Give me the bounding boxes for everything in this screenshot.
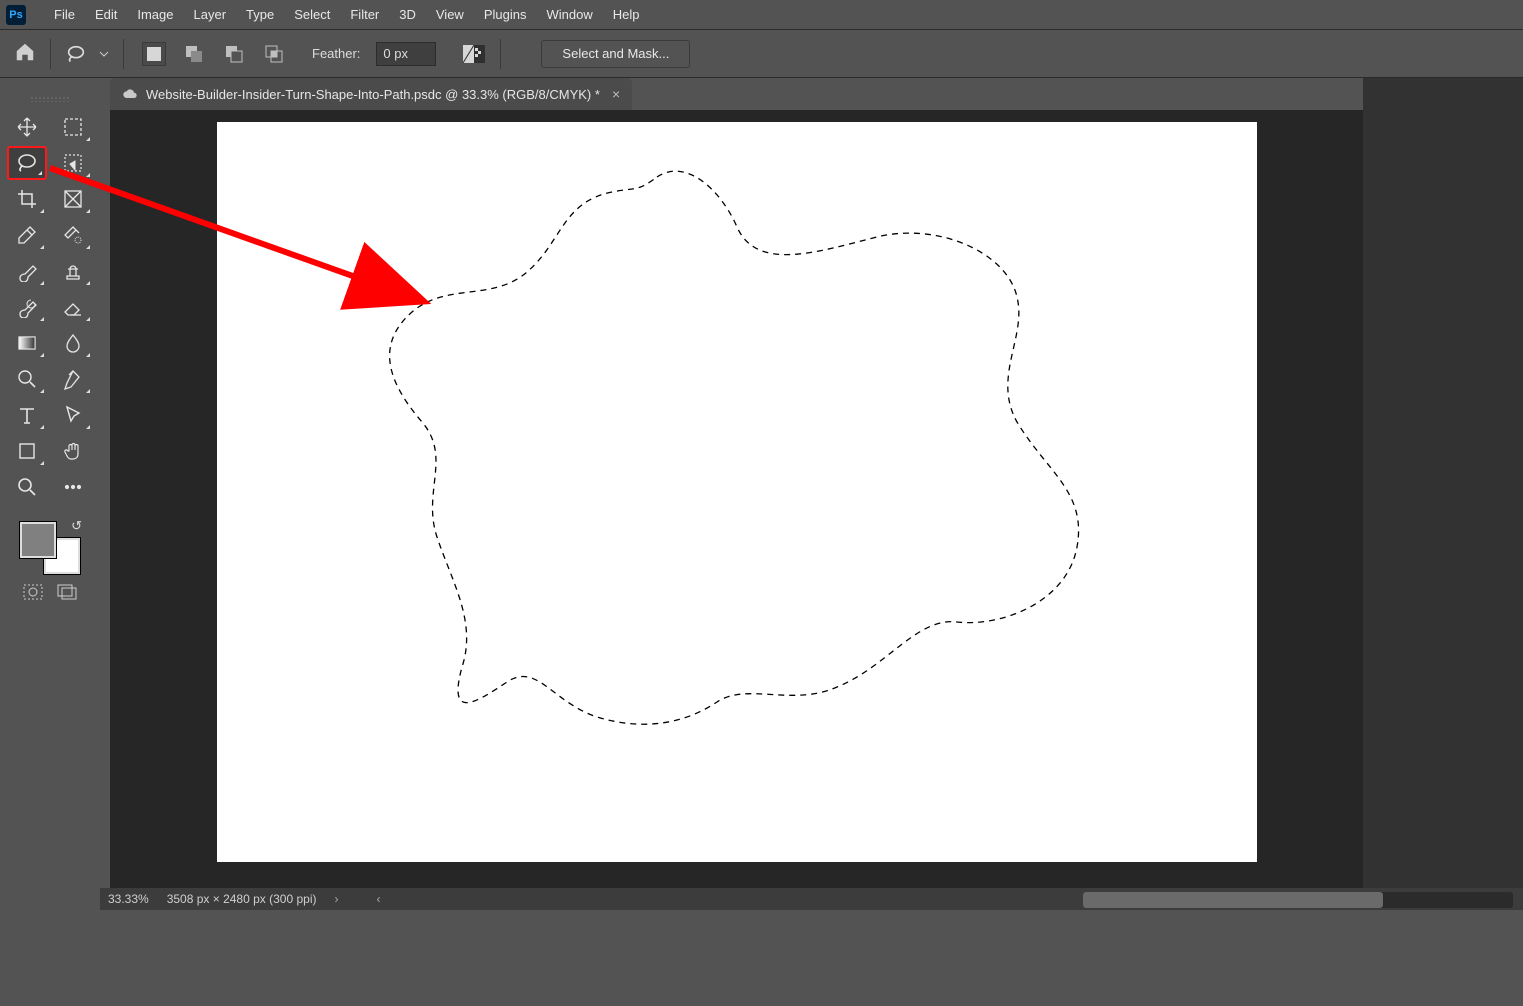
- hand-tool[interactable]: [53, 434, 93, 468]
- artboard[interactable]: [217, 122, 1257, 862]
- toolbox-grip[interactable]: [30, 96, 70, 102]
- move-tool[interactable]: [7, 110, 47, 144]
- crop-tool[interactable]: [7, 182, 47, 216]
- gradient-tool[interactable]: [7, 326, 47, 360]
- menu-help[interactable]: Help: [603, 0, 650, 29]
- eyedropper-tool[interactable]: [7, 218, 47, 252]
- type-tool[interactable]: [7, 398, 47, 432]
- document-tab-title: Website-Builder-Insider-Turn-Shape-Into-…: [146, 87, 600, 102]
- brush-tool[interactable]: [7, 254, 47, 288]
- clone-stamp-tool[interactable]: [53, 254, 93, 288]
- photoshop-logo: Ps: [6, 5, 26, 25]
- home-button[interactable]: [14, 41, 36, 66]
- toolbox: ↺: [0, 78, 100, 896]
- status-flyout[interactable]: ›: [334, 892, 338, 906]
- menu-select[interactable]: Select: [284, 0, 340, 29]
- more-tools[interactable]: [53, 470, 93, 504]
- document-tab[interactable]: Website-Builder-Insider-Turn-Shape-Into-…: [110, 78, 632, 110]
- horizontal-scrollbar[interactable]: [1083, 892, 1513, 908]
- menu-edit[interactable]: Edit: [85, 0, 127, 29]
- history-brush-tool[interactable]: [7, 290, 47, 324]
- zoom-tool[interactable]: [7, 470, 47, 504]
- object-selection-tool[interactable]: [53, 146, 93, 180]
- healing-brush-tool[interactable]: [53, 218, 93, 252]
- right-panel-dock: [1363, 78, 1523, 896]
- quick-mask-toggle[interactable]: [23, 584, 43, 603]
- chevron-down-icon[interactable]: [99, 49, 109, 59]
- antialias-toggle[interactable]: [462, 43, 486, 65]
- marching-ants-selection: [217, 122, 1257, 862]
- canvas-area[interactable]: [110, 110, 1363, 896]
- blur-tool[interactable]: [53, 326, 93, 360]
- feather-input[interactable]: [376, 42, 436, 66]
- status-dimensions[interactable]: 3508 px × 2480 px (300 ppi): [167, 892, 317, 906]
- eraser-tool[interactable]: [53, 290, 93, 324]
- bottom-band: [0, 910, 1523, 1006]
- status-scroll-left[interactable]: ‹: [376, 892, 380, 906]
- menu-layer[interactable]: Layer: [184, 0, 237, 29]
- selection-mode-intersect[interactable]: [262, 42, 286, 66]
- feather-label: Feather:: [312, 46, 360, 61]
- pen-tool[interactable]: [53, 362, 93, 396]
- lasso-tool[interactable]: [7, 146, 47, 180]
- shape-tool[interactable]: [7, 434, 47, 468]
- cloud-icon: [122, 88, 138, 100]
- menu-3d[interactable]: 3D: [389, 0, 426, 29]
- selection-mode-add[interactable]: [182, 42, 206, 66]
- menubar: Ps File Edit Image Layer Type Select Fil…: [0, 0, 1523, 30]
- select-and-mask-button[interactable]: Select and Mask...: [541, 40, 690, 68]
- status-zoom[interactable]: 33.33%: [108, 892, 149, 906]
- selection-mode-new[interactable]: [142, 42, 166, 66]
- menu-view[interactable]: View: [426, 0, 474, 29]
- menu-image[interactable]: Image: [127, 0, 183, 29]
- menu-window[interactable]: Window: [536, 0, 602, 29]
- document-tab-strip: Website-Builder-Insider-Turn-Shape-Into-…: [110, 78, 632, 110]
- selection-mode-subtract[interactable]: [222, 42, 246, 66]
- options-bar: Feather: Select and Mask...: [0, 30, 1523, 78]
- path-selection-tool[interactable]: [53, 398, 93, 432]
- color-swatches[interactable]: ↺: [20, 522, 80, 574]
- menu-file[interactable]: File: [44, 0, 85, 29]
- marquee-tool[interactable]: [53, 110, 93, 144]
- foreground-color[interactable]: [20, 522, 56, 558]
- frame-tool[interactable]: [53, 182, 93, 216]
- dodge-tool[interactable]: [7, 362, 47, 396]
- close-icon[interactable]: ×: [612, 86, 620, 102]
- menu-type[interactable]: Type: [236, 0, 284, 29]
- swap-colors-icon[interactable]: ↺: [71, 518, 82, 534]
- screen-mode-toggle[interactable]: [57, 584, 77, 603]
- tool-preset-lasso[interactable]: [65, 43, 87, 65]
- menu-plugins[interactable]: Plugins: [474, 0, 537, 29]
- menu-filter[interactable]: Filter: [340, 0, 389, 29]
